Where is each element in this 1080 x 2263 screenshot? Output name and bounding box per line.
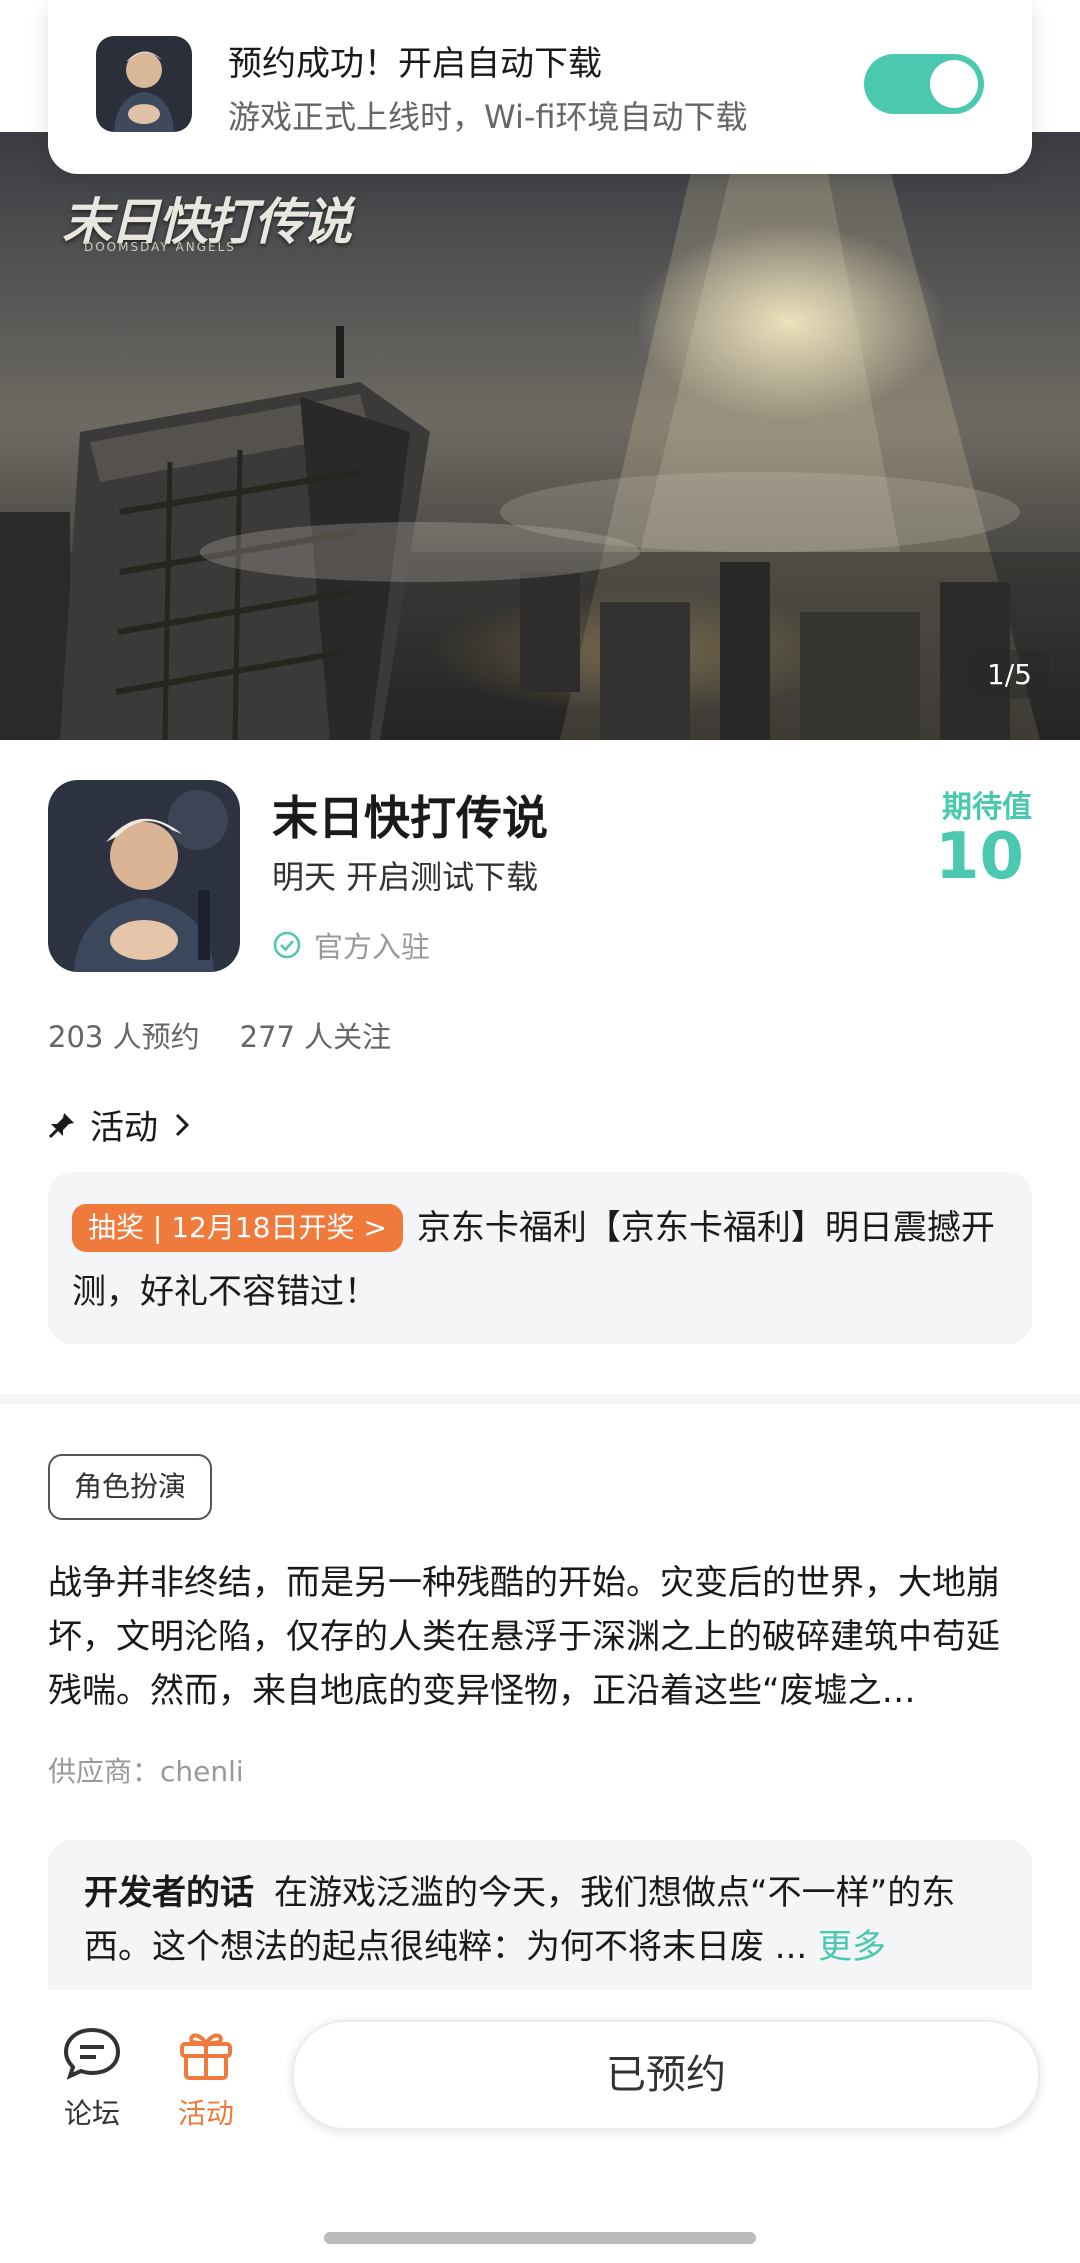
nav-activity[interactable]: 活动 bbox=[156, 2026, 256, 2132]
more-link[interactable]: 更多 bbox=[818, 1927, 886, 1967]
notification-banner[interactable]: 预约成功！开启自动下载 游戏正式上线时，Wi-fi环境自动下载 bbox=[48, 0, 1032, 174]
supplier-info: 供应商：chenli bbox=[48, 1755, 244, 1788]
official-label: 官方入驻 bbox=[314, 930, 431, 964]
game-description[interactable]: 战争并非终结，而是另一种残酷的开始。灾变后的世界，大地崩坏，文明沦陷，仅存的人类… bbox=[48, 1556, 1032, 1718]
chevron-right-icon bbox=[175, 1113, 190, 1136]
nav-forum-label: 论坛 bbox=[63, 2097, 120, 2130]
verified-check-icon bbox=[273, 931, 301, 959]
notification-title: 预约成功！开启自动下载 bbox=[228, 44, 602, 84]
genre-tag[interactable]: 角色扮演 bbox=[48, 1454, 213, 1520]
stats-row: 203 人预约 277 人关注 bbox=[48, 1014, 391, 1056]
pin-icon bbox=[48, 1112, 74, 1138]
activity-heading: 活动 bbox=[90, 1108, 158, 1148]
bottom-action-bar: 论坛 活动 已预约 bbox=[0, 1990, 1080, 2263]
carousel-counter: 1/5 bbox=[968, 650, 1050, 699]
app-icon bbox=[48, 780, 240, 972]
notification-subtitle: 游戏正式上线时，Wi-fi环境自动下载 bbox=[228, 98, 748, 136]
developer-note-label: 开发者的话 bbox=[84, 1873, 254, 1913]
official-badge: 官方入驻 bbox=[272, 924, 430, 966]
toggle-knob bbox=[930, 60, 978, 108]
nav-activity-label: 活动 bbox=[177, 2097, 234, 2130]
section-divider bbox=[0, 1394, 1080, 1404]
forum-icon bbox=[63, 2027, 121, 2080]
game-logo-subtext: DOOMSDAY ANGELS bbox=[84, 240, 236, 254]
lottery-badge[interactable]: 抽奖 | 12月18日开奖 > bbox=[72, 1204, 403, 1252]
developer-note-card[interactable]: 开发者的话 在游戏泛滥的今天，我们想做点“不一样”的东西。这个想法的起点很纯粹：为… bbox=[48, 1840, 1032, 1990]
activity-card[interactable]: 抽奖 | 12月18日开奖 > 京东卡福利【京东卡福利】明日震撼开测，好礼不容错过… bbox=[48, 1172, 1032, 1344]
home-indicator[interactable] bbox=[324, 2232, 756, 2244]
auto-download-toggle[interactable] bbox=[864, 54, 984, 114]
expectation-value: 10 bbox=[934, 820, 1024, 894]
game-screenshot-carousel[interactable]: 末日快打传说 DOOMSDAY ANGELS 1/5 bbox=[0, 132, 1080, 740]
release-info: 明天 开启测试下载 bbox=[272, 858, 539, 896]
follower-count: 277 人关注 bbox=[239, 1020, 392, 1054]
reserved-button[interactable]: 已预约 bbox=[292, 2020, 1040, 2130]
nav-forum[interactable]: 论坛 bbox=[42, 2026, 142, 2132]
game-icon bbox=[96, 36, 192, 132]
app-title: 末日快打传说 bbox=[272, 791, 548, 845]
activity-header[interactable]: 活动 bbox=[48, 1100, 192, 1149]
gift-icon bbox=[180, 2033, 232, 2080]
reservation-count: 203 人预约 bbox=[48, 1020, 200, 1054]
activity-content: 抽奖 | 12月18日开奖 > 京东卡福利【京东卡福利】明日震撼开测，好礼不容错过… bbox=[72, 1196, 1008, 1324]
developer-note: 开发者的话 在游戏泛滥的今天，我们想做点“不一样”的东西。这个想法的起点很纯粹：为… bbox=[84, 1866, 996, 1974]
